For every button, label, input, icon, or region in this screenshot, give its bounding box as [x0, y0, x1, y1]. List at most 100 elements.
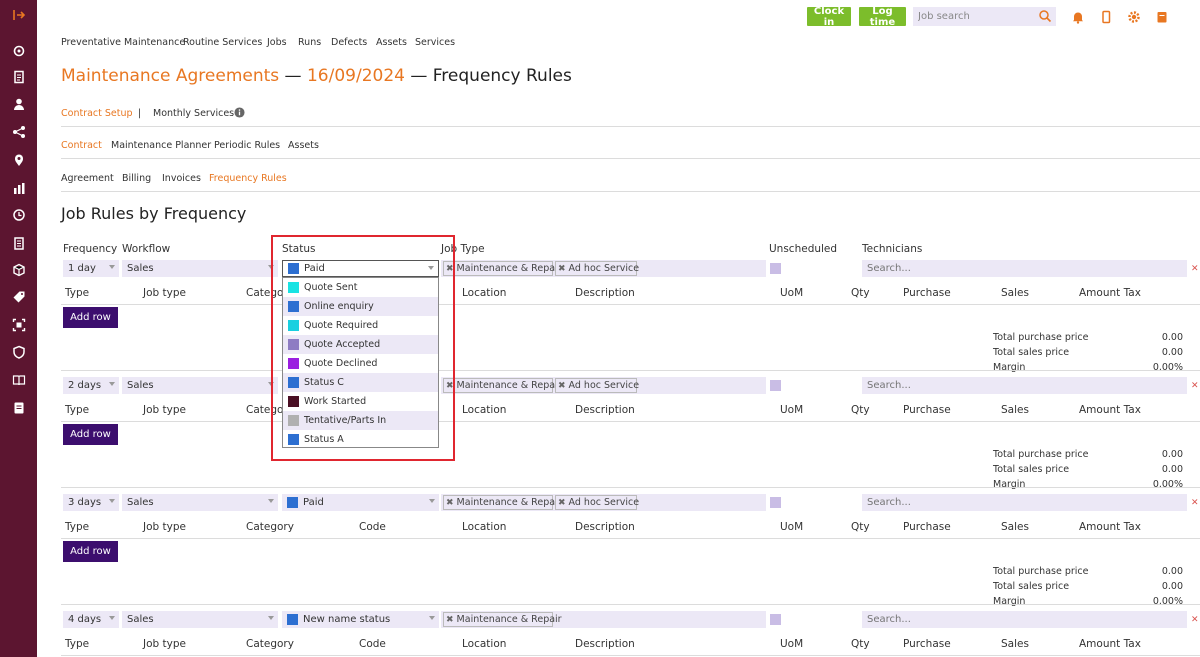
workflow-select[interactable]: Sales [122, 377, 278, 394]
clock-in-button[interactable]: Clock in [807, 6, 851, 28]
title-date: 16/09/2024 [306, 66, 405, 86]
scan-icon[interactable] [0, 315, 37, 335]
workflow-value: Sales [127, 497, 154, 508]
add-row-button[interactable]: Add row [63, 307, 118, 328]
subcol-header: Purchase [903, 287, 951, 299]
chevron-down-icon [268, 499, 274, 503]
subcol-header: UoM [780, 404, 804, 416]
tab-contract[interactable]: Contract [61, 140, 102, 151]
frequency-select[interactable]: 2 days [63, 377, 119, 394]
unscheduled-checkbox[interactable] [770, 497, 781, 508]
frequency-select[interactable]: 4 days [63, 611, 119, 628]
tab-contract-setup[interactable]: Contract Setup [61, 108, 133, 119]
remove-tag-icon[interactable]: ✖ [558, 264, 566, 274]
remove-tag-icon[interactable]: ✖ [446, 498, 454, 508]
nav-preventative-maintenance[interactable]: Preventative Maintenance [61, 37, 185, 48]
user-icon[interactable] [0, 94, 37, 114]
subcol-header: Amount Tax [1079, 404, 1141, 416]
unscheduled-checkbox[interactable] [770, 614, 781, 625]
status-select[interactable]: Paid [282, 494, 439, 511]
frequency-select[interactable]: 3 days [63, 494, 119, 511]
total-value: 0.00% [1152, 596, 1183, 607]
clipboard-icon[interactable] [0, 233, 37, 253]
page-title: Maintenance Agreements — 16/09/2024 — Fr… [61, 66, 572, 86]
tab-agreement[interactable]: Agreement [61, 173, 114, 184]
tab-assets[interactable]: Assets [288, 140, 319, 151]
tab-monthly-services[interactable]: Monthly Services [153, 108, 234, 119]
workflow-select[interactable]: Sales [122, 494, 278, 511]
subcol-header: Category [246, 521, 294, 533]
nav-assets[interactable]: Assets [376, 37, 407, 48]
divider [61, 604, 1200, 605]
remove-row-icon[interactable]: ✕ [1191, 381, 1199, 391]
title-agreements-link[interactable]: Maintenance Agreements [61, 66, 279, 86]
nav-jobs[interactable]: Jobs [267, 37, 287, 48]
job-type-tag-label: Ad hoc Service [568, 263, 640, 274]
title-separator: — [279, 66, 307, 86]
notebook-icon[interactable] [0, 398, 37, 418]
status-select[interactable]: New name status [282, 611, 439, 628]
subcol-header: Qty [851, 638, 870, 650]
tab-frequency-rules[interactable]: Frequency Rules [209, 173, 287, 184]
nav-defects[interactable]: Defects [331, 37, 367, 48]
remove-row-icon[interactable]: ✕ [1191, 498, 1199, 508]
unscheduled-checkbox[interactable] [770, 380, 781, 391]
info-icon[interactable] [234, 107, 245, 118]
subcol-header: Description [575, 404, 635, 416]
bell-icon[interactable] [1071, 10, 1085, 24]
nav-routine-services[interactable]: Routine Services [183, 37, 262, 48]
technicians-search-input[interactable] [862, 611, 1187, 628]
total-value: 0.00% [1152, 479, 1183, 490]
document-icon[interactable] [0, 67, 37, 87]
shield-icon[interactable] [0, 342, 37, 362]
expand-sidebar-icon[interactable] [0, 5, 37, 25]
add-row-button[interactable]: Add row [63, 541, 118, 562]
tab-maintenance-planner[interactable]: Maintenance Planner [111, 140, 211, 151]
workflow-select[interactable]: Sales [122, 611, 278, 628]
clock-icon[interactable] [0, 205, 37, 225]
notebook-icon[interactable] [1155, 10, 1169, 24]
nav-services[interactable]: Services [415, 37, 455, 48]
subcol-header: UoM [780, 638, 804, 650]
technicians-search-input[interactable] [862, 377, 1187, 394]
add-row-button[interactable]: Add row [63, 424, 118, 445]
tab-separator: | [138, 108, 142, 119]
box-icon[interactable] [0, 260, 37, 280]
remove-tag-icon[interactable]: ✖ [558, 381, 566, 391]
book-icon[interactable] [0, 370, 37, 390]
job-search-input[interactable] [913, 7, 1056, 26]
location-pin-icon[interactable] [0, 150, 37, 170]
frequency-select[interactable]: 1 day [63, 260, 119, 277]
tab-periodic-rules[interactable]: Periodic Rules [214, 140, 280, 151]
tab-invoices[interactable]: Invoices [162, 173, 201, 184]
chart-icon[interactable] [0, 178, 37, 198]
tools-icon[interactable] [0, 41, 37, 61]
log-time-button[interactable]: Log time [859, 6, 906, 28]
job-type-tag-label: Maintenance & Repair [456, 497, 562, 508]
subcol-header: Type [65, 521, 90, 533]
nav-runs[interactable]: Runs [298, 37, 321, 48]
title-frequency-rules: Frequency Rules [432, 66, 572, 86]
tab-billing[interactable]: Billing [122, 173, 151, 184]
mobile-icon[interactable] [1099, 10, 1113, 24]
technicians-search-input[interactable] [862, 494, 1187, 511]
workflow-select[interactable]: Sales [122, 260, 278, 277]
subcol-header: Location [462, 638, 507, 650]
subcol-header: Sales [1001, 638, 1029, 650]
subcol-header: Qty [851, 521, 870, 533]
subcol-header: Location [462, 287, 507, 299]
remove-row-icon[interactable]: ✕ [1191, 615, 1199, 625]
technicians-search-input[interactable] [862, 260, 1187, 277]
remove-row-icon[interactable]: ✕ [1191, 264, 1199, 274]
tag-icon[interactable] [0, 287, 37, 307]
search-icon[interactable] [1038, 9, 1052, 23]
subcol-header: Purchase [903, 521, 951, 533]
total-label: Margin [993, 362, 1026, 373]
remove-tag-icon[interactable]: ✖ [558, 498, 566, 508]
subcol-header: Amount Tax [1079, 287, 1141, 299]
divider [61, 655, 1200, 656]
share-icon[interactable] [0, 122, 37, 142]
remove-tag-icon[interactable]: ✖ [446, 615, 454, 625]
gear-icon[interactable] [1127, 10, 1141, 24]
unscheduled-checkbox[interactable] [770, 263, 781, 274]
